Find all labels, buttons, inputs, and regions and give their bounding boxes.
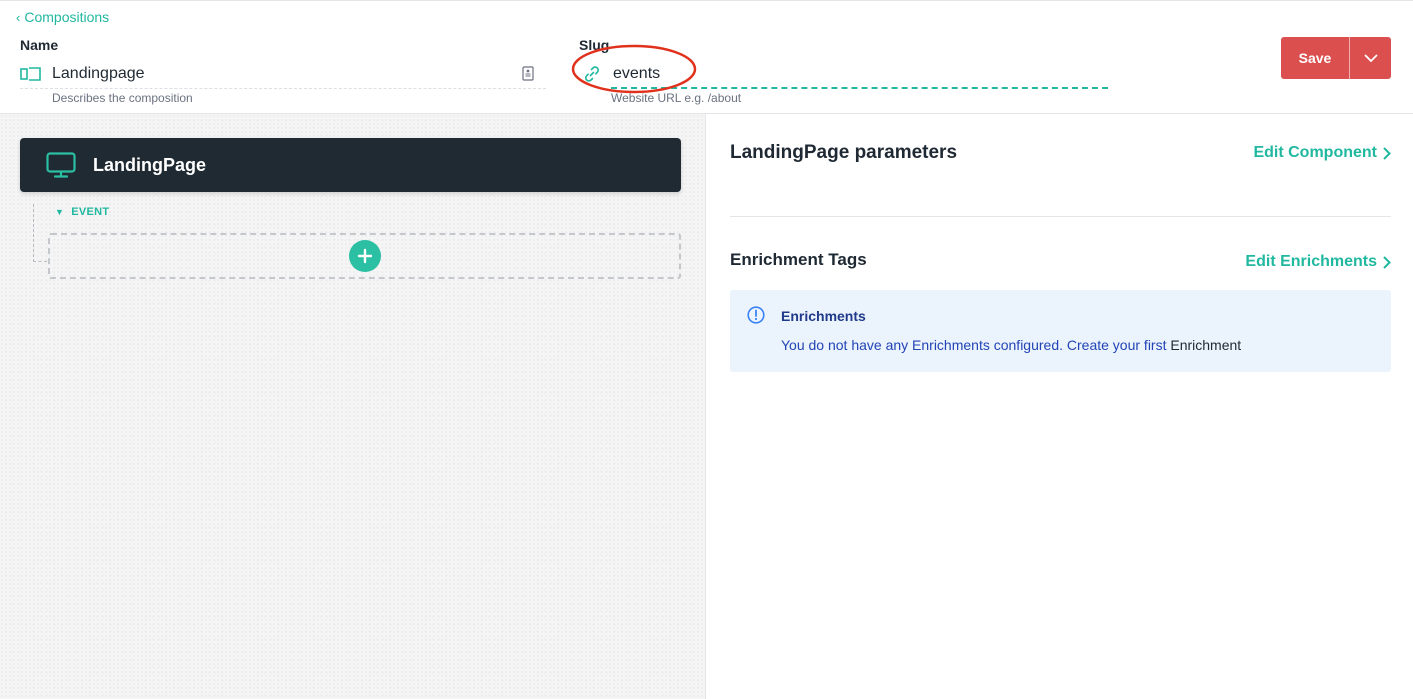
name-help-text: Describes the composition (52, 91, 193, 105)
back-to-compositions-link[interactable]: ‹ Compositions (16, 9, 109, 25)
name-label: Name (20, 37, 59, 53)
alert-title: Enrichments (781, 308, 866, 324)
triangle-down-icon: ▼ (55, 207, 65, 217)
add-component-dropzone[interactable] (48, 233, 681, 279)
component-card[interactable]: LandingPage (20, 138, 681, 192)
composition-header: ‹ Compositions Name Landingpage Describe… (0, 0, 1413, 114)
edit-component-label: Edit Component (1253, 144, 1377, 161)
parameters-panel: LandingPage parameters Edit Component En… (707, 114, 1413, 699)
slot-name-label: EVENT (71, 206, 110, 218)
slot-outline (33, 204, 47, 262)
chevron-left-icon: ‹ (16, 9, 21, 25)
chevron-right-icon (1383, 146, 1391, 160)
create-enrichment-link[interactable]: You do not have any Enrichments configur… (781, 337, 1166, 353)
save-options-dropdown[interactable] (1349, 37, 1391, 79)
chevron-right-icon (1383, 255, 1391, 269)
section-divider (730, 216, 1391, 217)
edit-enrichments-link[interactable]: Edit Enrichments (1245, 253, 1391, 271)
edit-component-link[interactable]: Edit Component (1253, 144, 1391, 162)
document-icon[interactable] (522, 65, 536, 82)
annotation-ellipse (571, 44, 697, 94)
save-button[interactable]: Save (1281, 37, 1349, 79)
composition-icon (20, 64, 44, 84)
chevron-down-icon (1363, 54, 1378, 62)
back-link-label: Compositions (24, 9, 110, 25)
slot-event-toggle[interactable]: ▼ EVENT (55, 206, 109, 218)
save-button-group: Save (1281, 37, 1391, 79)
edit-enrichments-label: Edit Enrichments (1245, 253, 1377, 270)
add-component-button[interactable] (348, 240, 381, 272)
parameters-title: LandingPage parameters (730, 142, 958, 163)
component-title: LandingPage (93, 154, 207, 175)
name-input-value[interactable]: Landingpage (52, 65, 522, 83)
alert-message-suffix: Enrichment (1170, 337, 1242, 353)
plus-icon (357, 248, 372, 264)
monitor-icon (46, 152, 76, 178)
enrichment-tags-title: Enrichment Tags (730, 250, 867, 269)
alert-message: You do not have any Enrichments configur… (781, 337, 1241, 353)
composition-canvas: LandingPage ▼ EVENT (0, 114, 706, 699)
name-field[interactable]: Landingpage (20, 59, 546, 89)
enrichments-info-alert: Enrichments You do not have any Enrichme… (730, 290, 1391, 372)
info-icon (747, 306, 765, 324)
